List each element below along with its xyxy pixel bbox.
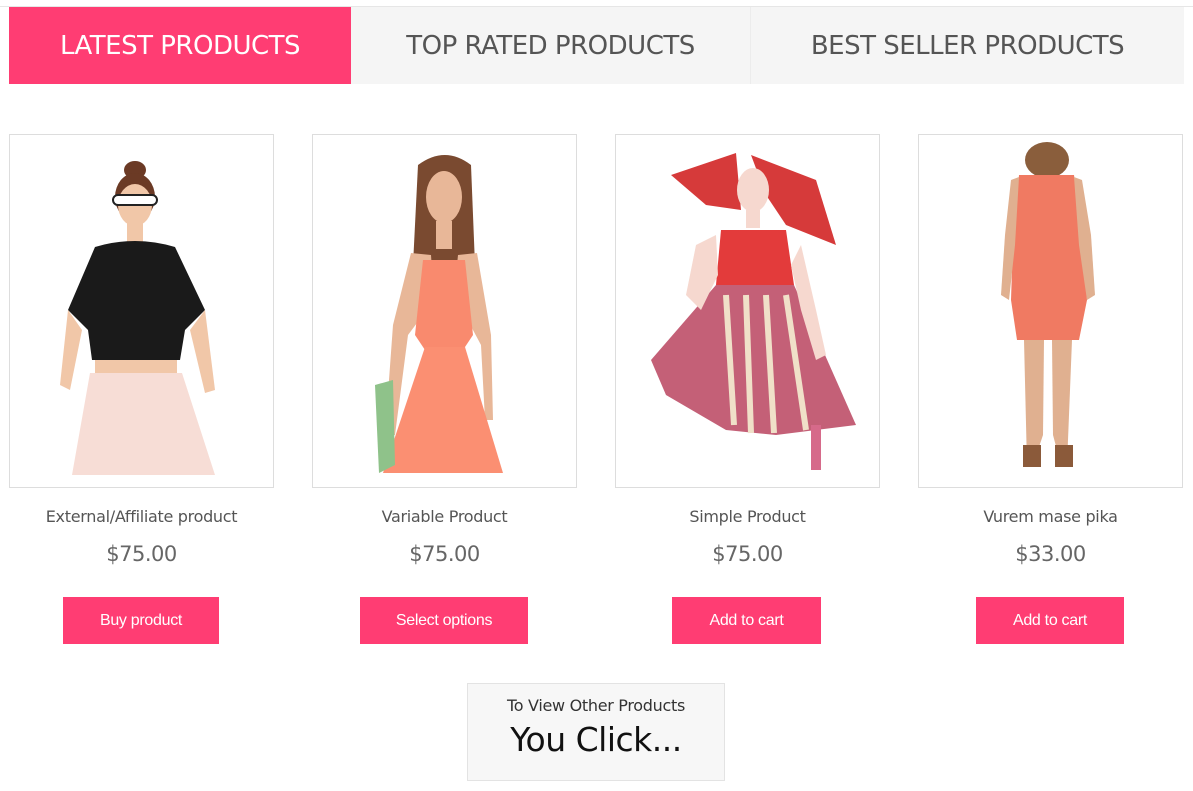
product-price: $75.00 [712, 542, 783, 566]
add-to-cart-button[interactable]: Add to cart [976, 597, 1124, 644]
product-title[interactable]: External/Affiliate product [9, 507, 274, 526]
view-other-products-headline: You Click... [510, 720, 682, 759]
view-other-products-caption: To View Other Products [507, 696, 685, 715]
product-card: Variable Product $75.00 Select options [312, 134, 577, 644]
product-price: $75.00 [409, 542, 480, 566]
tab-top-rated-products[interactable]: TOP RATED PRODUCTS [351, 7, 751, 84]
product-tabs: LATEST PRODUCTS TOP RATED PRODUCTS BEST … [9, 7, 1184, 84]
product-title[interactable]: Variable Product [312, 507, 577, 526]
select-options-button[interactable]: Select options [360, 597, 528, 644]
product-image[interactable] [9, 134, 274, 488]
tab-latest-products[interactable]: LATEST PRODUCTS [9, 7, 351, 84]
product-title[interactable]: Vurem mase pika [918, 507, 1183, 526]
product-card: Simple Product $75.00 Add to cart [615, 134, 880, 644]
product-price: $33.00 [1015, 542, 1086, 566]
add-to-cart-button[interactable]: Add to cart [672, 597, 821, 644]
tab-best-seller-products[interactable]: BEST SELLER PRODUCTS [751, 7, 1184, 84]
product-card: External/Affiliate product $75.00 Buy pr… [9, 134, 274, 644]
product-card: Vurem mase pika $33.00 Add to cart [918, 134, 1183, 644]
product-image[interactable] [312, 134, 577, 488]
product-price: $75.00 [106, 542, 177, 566]
buy-product-button[interactable]: Buy product [63, 597, 219, 644]
product-image[interactable] [918, 134, 1183, 488]
product-image[interactable] [615, 134, 880, 488]
product-title[interactable]: Simple Product [615, 507, 880, 526]
view-other-products-button[interactable]: To View Other Products You Click... [467, 683, 725, 781]
